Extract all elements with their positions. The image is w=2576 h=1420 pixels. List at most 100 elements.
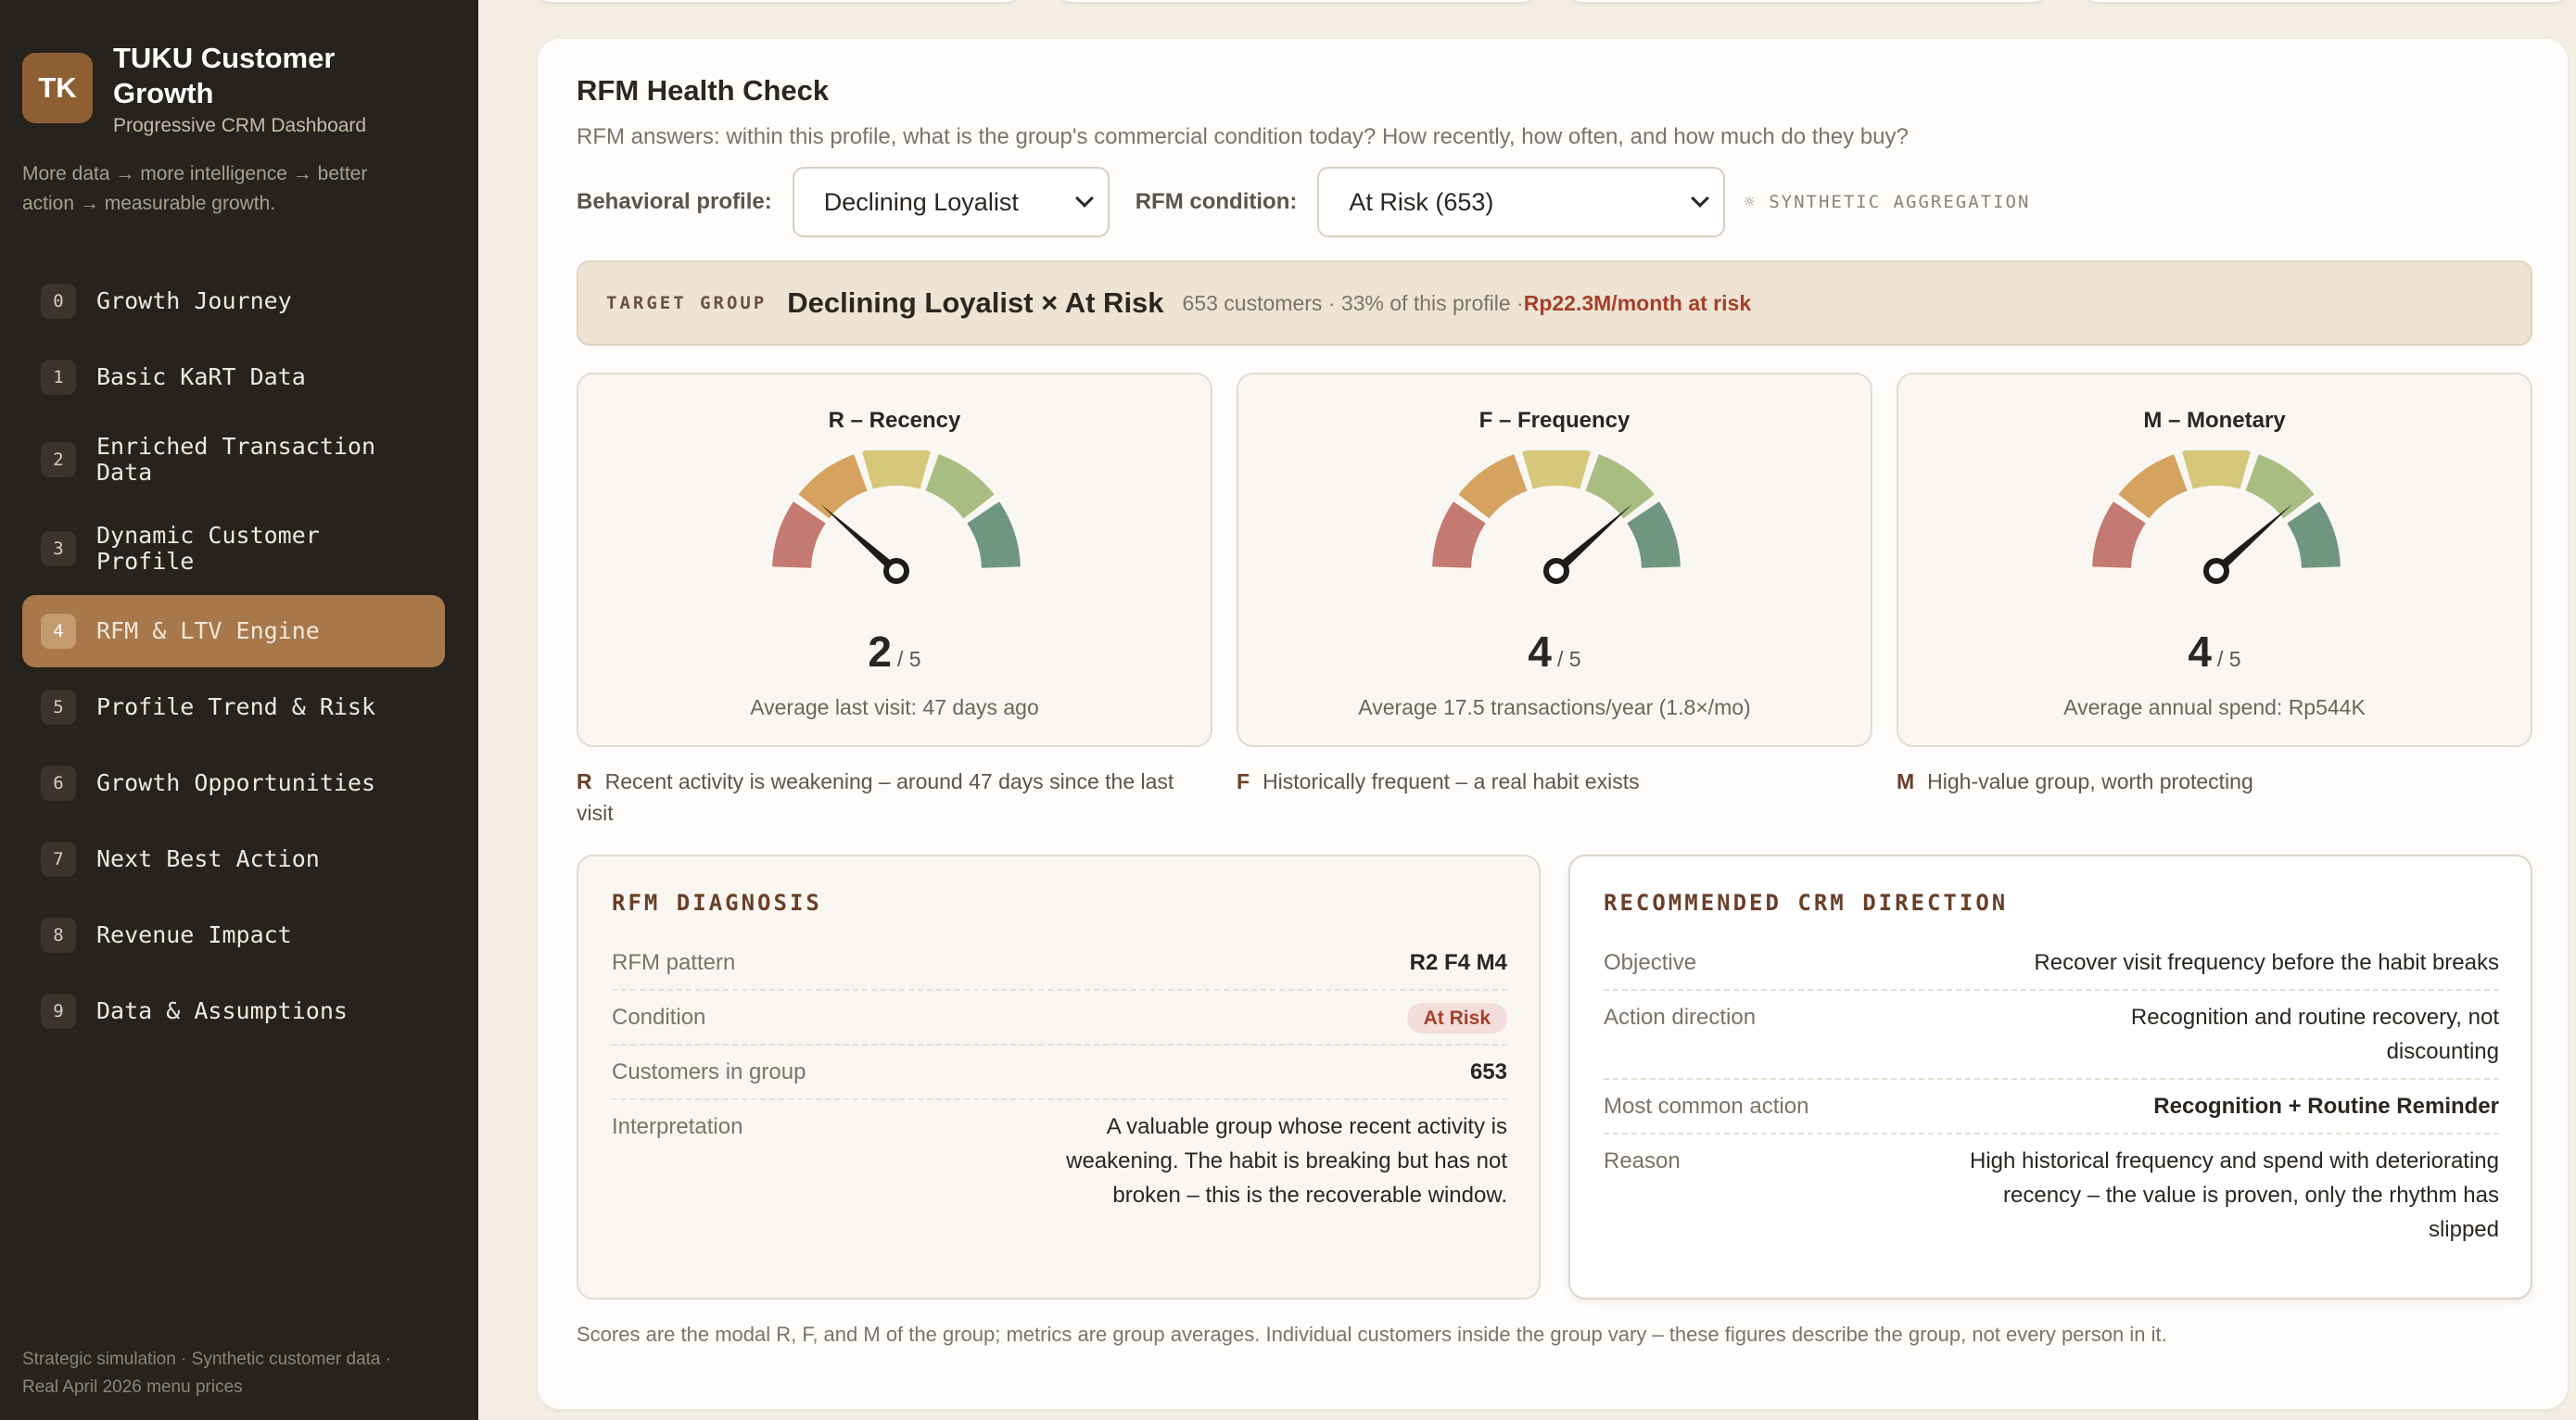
brand-logo: TK xyxy=(22,53,93,123)
blurb-text: Recent activity is weakening – around 47… xyxy=(577,769,1174,825)
brand-tagline: More data → more intelligence → better a… xyxy=(22,163,368,214)
gauge-hub xyxy=(1543,558,1569,584)
condition-select[interactable]: At Risk (653) xyxy=(1317,167,1726,237)
row-value: A valuable group whose recent activity i… xyxy=(1066,1114,1507,1208)
direction-rows: Objective Recover visit frequency before… xyxy=(1604,936,2499,1256)
nav-number: 9 xyxy=(41,994,76,1029)
nav-item-revenue-impact[interactable]: 8 Revenue Impact xyxy=(22,899,445,971)
scrolled-card xyxy=(2084,0,2568,2)
diagnosis-row-customers: Customers in group 653 xyxy=(612,1046,1507,1100)
row-key: Most common action xyxy=(1604,1094,1809,1119)
gauge-segment-4 xyxy=(1585,454,1655,519)
target-group-meta: 653 customers · 33% of this profile · xyxy=(1182,290,1524,315)
footnote: Scores are the modal R, F, and M of the … xyxy=(577,1323,2167,1346)
recency-gauge-card: R – Recency 2/ 5 Average last visit: 47 … xyxy=(577,373,1212,747)
nav-number: 7 xyxy=(41,842,76,877)
gauge-title: R – Recency xyxy=(828,408,961,433)
nav-item-enriched-transaction-data[interactable]: 2 Enriched Transaction Data xyxy=(22,417,445,502)
gauge-note: Average 17.5 transactions/year (1.8×/mo) xyxy=(1358,695,1751,719)
page-subtitle: RFM answers: within this profile, what i… xyxy=(577,124,1909,149)
rfm-diagnosis-card: RFM DIAGNOSIS RFM pattern R2 F4 M4 Condi… xyxy=(577,855,1541,1300)
nav-item-rfm-ltv-engine[interactable]: 4 RFM & LTV Engine xyxy=(22,595,445,667)
profile-select[interactable]: Declining Loyalist xyxy=(792,167,1110,237)
gauge-segment-3 xyxy=(1522,450,1591,489)
nav-item-data-assumptions[interactable]: 9 Data & Assumptions xyxy=(22,975,445,1047)
gauge-hub xyxy=(2203,558,2229,584)
nav-label: Next Best Action xyxy=(96,845,320,872)
diagnosis-title: RFM DIAGNOSIS xyxy=(612,890,822,916)
gauge-score: 2/ 5 xyxy=(578,627,1211,677)
frequency-blurb: F Historically frequent – a real habit ex… xyxy=(1237,766,1876,797)
chevron-down-icon xyxy=(1691,189,1710,208)
monetary-blurb: M High-value group, worth protecting xyxy=(1897,766,2536,797)
gauge-segment-5 xyxy=(967,501,1021,568)
scrolled-card xyxy=(1059,0,1536,2)
row-key: Condition xyxy=(612,1005,706,1030)
nav-item-growth-opportunities[interactable]: 6 Growth Opportunities xyxy=(22,747,445,819)
gauge-segment-1 xyxy=(1432,501,1486,568)
gauge-segment-5 xyxy=(2287,501,2341,568)
score-denominator: / 5 xyxy=(897,647,921,671)
gauge-segment-2 xyxy=(2118,454,2188,519)
direction-row-common-action: Most common action Recognition + Routine… xyxy=(1604,1080,2499,1135)
nav-item-basic-kart-data[interactable]: 1 Basic KaRT Data xyxy=(22,341,445,413)
monetary-gauge-card: M – Monetary 4/ 5 Average annual spend: … xyxy=(1897,373,2532,747)
brand: TK TUKU Customer Growth Progressive CRM … xyxy=(22,41,391,137)
gauge-segment-2 xyxy=(798,454,868,519)
blurb-key: R xyxy=(577,769,592,793)
direction-row-objective: Objective Recover visit frequency before… xyxy=(1604,936,2499,991)
gauge-segment-5 xyxy=(1627,501,1681,568)
chevron-down-icon xyxy=(1074,189,1094,208)
target-group-banner: TARGET GROUP Declining Loyalist × At Ris… xyxy=(577,260,2532,346)
row-key: Customers in group xyxy=(612,1059,806,1084)
nav-label: Dynamic Customer Profile xyxy=(96,522,320,575)
status-badge: At Risk xyxy=(1406,1003,1507,1033)
blurb-key: F xyxy=(1237,769,1250,793)
brand-title: TUKU Customer Growth xyxy=(113,42,336,109)
blurb-text: Historically frequent – a real habit exi… xyxy=(1263,769,1640,793)
target-group-risk: Rp22.3M/month at risk xyxy=(1523,290,1752,315)
nav-item-growth-journey[interactable]: 0 Growth Journey xyxy=(22,265,445,337)
row-key: Reason xyxy=(1604,1148,1681,1173)
row-value: 653 xyxy=(1469,1059,1507,1084)
page-title: RFM Health Check xyxy=(577,74,830,107)
nav-number: 3 xyxy=(41,531,76,566)
row-key: Interpretation xyxy=(612,1114,743,1139)
nav-label: Data & Assumptions xyxy=(96,997,348,1024)
recency-gauge xyxy=(772,450,1021,584)
score-value: 4 xyxy=(2188,628,2212,676)
gauge-segment-4 xyxy=(2245,454,2315,519)
diagnosis-rows: RFM pattern R2 F4 M4 Condition At Risk C… xyxy=(612,936,1507,1222)
profile-label: Behavioral profile: xyxy=(577,189,772,214)
score-denominator: / 5 xyxy=(1557,647,1581,671)
recency-blurb: R Recent activity is weakening – around 4… xyxy=(577,766,1216,829)
row-value: Recover visit frequency before the habit… xyxy=(2034,950,2499,975)
gauge-segment-3 xyxy=(2182,450,2251,489)
blurb-text: High-value group, worth protecting xyxy=(1927,769,2253,793)
filter-bar: Behavioral profile: Declining Loyalist R… xyxy=(577,167,2030,237)
row-key: Objective xyxy=(1604,950,1697,975)
nav-label: Basic KaRT Data xyxy=(96,363,306,390)
nav-number: 6 xyxy=(41,766,76,801)
row-value: R2 F4 M4 xyxy=(1409,950,1507,975)
direction-row-action: Action direction Recognition and routine… xyxy=(1604,991,2499,1080)
sidebar-footer: Strategic simulation · Synthetic custome… xyxy=(22,1350,392,1397)
scrolled-card xyxy=(1568,0,2046,2)
gauge-score: 4/ 5 xyxy=(1898,627,2531,677)
gauge-segment-2 xyxy=(1458,454,1528,519)
synthetic-aggregation-label: ☼ SYNTHETIC AGGREGATION xyxy=(1744,192,2031,212)
nav-label: Profile Trend & Risk xyxy=(96,693,376,720)
row-value: Recognition + Routine Reminder xyxy=(2153,1094,2499,1119)
gauge-segment-3 xyxy=(862,450,931,489)
condition-label: RFM condition: xyxy=(1135,189,1298,214)
gauge-title: F – Frequency xyxy=(1478,408,1631,433)
blurb-key: M xyxy=(1897,769,1915,793)
profile-select-value: Declining Loyalist xyxy=(823,187,1019,216)
nav-label: Growth Opportunities xyxy=(96,769,376,796)
nav-item-profile-trend-risk[interactable]: 5 Profile Trend & Risk xyxy=(22,671,445,743)
monetary-gauge xyxy=(2092,450,2341,584)
gauge-segment-1 xyxy=(772,501,826,568)
nav-item-dynamic-customer-profile[interactable]: 3 Dynamic Customer Profile xyxy=(22,506,445,591)
nav-label: Enriched Transaction Data xyxy=(96,433,376,486)
nav-item-next-best-action[interactable]: 7 Next Best Action xyxy=(22,823,445,895)
